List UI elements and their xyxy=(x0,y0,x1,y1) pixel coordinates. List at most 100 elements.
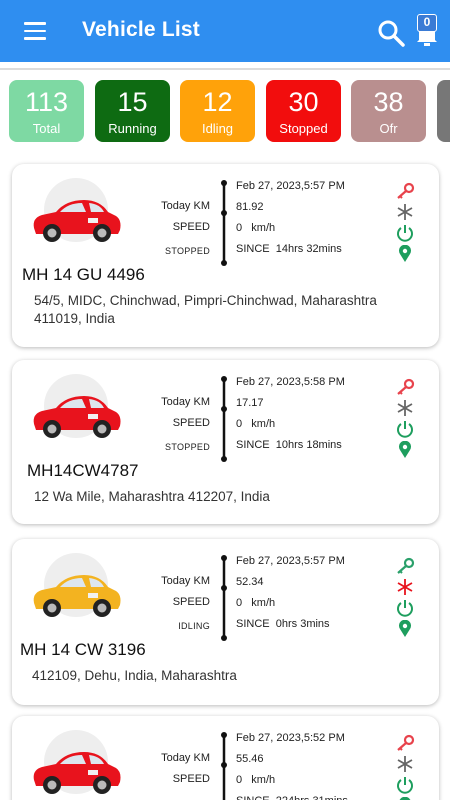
speed-number: 0 xyxy=(236,597,243,609)
since-value: SINCE 10hrs 18mins xyxy=(236,439,345,460)
speed-number: 0 xyxy=(236,222,243,234)
speed-value: 0 km/h xyxy=(236,418,345,439)
vehicle-status-icons xyxy=(395,557,417,641)
speed-unit: km/h xyxy=(251,597,276,609)
vehicle-status-icons xyxy=(395,734,417,800)
stat-count: 30 xyxy=(288,87,319,117)
since-value: SINCE 14hrs 32mins xyxy=(236,243,345,264)
key-icon xyxy=(397,182,415,199)
status-summary: 113 Total 15 Running 12 Idling 30 Stopped 38… xyxy=(0,80,450,144)
stat-count: 113 xyxy=(24,87,69,117)
since-value: SINCE 224hrs 31mins xyxy=(236,795,348,800)
since-duration: 14hrs 32mins xyxy=(275,243,342,255)
since-label: SINCE xyxy=(236,439,270,451)
update-timestamp: Feb 27, 2023,5:58 PM xyxy=(236,376,345,388)
speed-value: 0 km/h xyxy=(236,774,348,795)
gps-pin-icon xyxy=(399,441,411,458)
update-timestamp: Feb 27, 2023,5:57 PM xyxy=(236,180,345,192)
vehicle-number: MH 14 GU 4496 xyxy=(22,265,145,284)
speed-label: SPEED xyxy=(172,221,210,233)
ac-snowflake-icon xyxy=(397,579,413,595)
ac-snowflake-icon xyxy=(397,400,413,416)
ac-snowflake-icon xyxy=(397,204,413,220)
address-line: 411019, India xyxy=(34,311,115,326)
stat-idling[interactable]: 12 Idling xyxy=(180,80,255,142)
update-timestamp: Feb 27, 2023,5:57 PM xyxy=(236,555,345,567)
key-icon xyxy=(397,557,415,574)
vehicle-card[interactable]: Today KM SPEED STOPPED Feb 27, 2023,5:58… xyxy=(12,360,439,524)
speed-unit: km/h xyxy=(251,774,276,786)
page-title: Vehicle List xyxy=(82,18,200,41)
menu-icon[interactable] xyxy=(24,22,48,42)
app-bar: Vehicle List 0 xyxy=(0,0,450,62)
vehicle-address: 412109, Dehu, India, Maharashtra xyxy=(32,667,422,685)
notification-button[interactable]: 0 xyxy=(413,14,441,50)
address-line: 412109, Dehu, India, Maharashtra xyxy=(32,668,237,683)
car-icon xyxy=(33,575,121,617)
stat-more[interactable] xyxy=(437,80,450,142)
power-icon xyxy=(397,225,413,242)
update-timestamp: Feb 27, 2023,5:52 PM xyxy=(236,732,345,744)
stat-label: Stopped xyxy=(279,121,328,136)
speed-number: 0 xyxy=(236,418,243,430)
stat-count: 15 xyxy=(117,87,148,117)
speed-unit: km/h xyxy=(251,418,276,430)
vehicle-image xyxy=(26,730,126,800)
stat-total[interactable]: 113 Total xyxy=(9,80,84,142)
status-label: STOPPED xyxy=(165,246,210,256)
vehicle-image xyxy=(26,374,126,450)
since-label: SINCE xyxy=(236,618,270,630)
stat-ofr[interactable]: 38 Ofr xyxy=(351,80,426,142)
since-label: SINCE xyxy=(236,243,270,255)
speed-value: 0 km/h xyxy=(236,597,345,618)
car-icon xyxy=(33,752,121,794)
header-divider xyxy=(0,68,450,70)
timeline-connector xyxy=(221,180,227,266)
car-icon xyxy=(33,200,121,242)
today-km-value: 55.46 xyxy=(236,753,264,765)
gps-pin-icon xyxy=(399,620,411,637)
timeline-connector xyxy=(221,376,227,462)
vehicle-status-icons xyxy=(395,182,417,266)
power-icon xyxy=(397,421,413,438)
key-icon xyxy=(397,734,415,751)
timeline-connector xyxy=(221,555,227,641)
address-line: 12 Wa Mile, Maharashtra 412207, India xyxy=(34,489,270,504)
stat-running[interactable]: 15 Running xyxy=(95,80,170,142)
status-label: STOPPED xyxy=(165,442,210,452)
vehicle-card[interactable]: Today KM SPEED IDLING Feb 27, 2023,5:57 … xyxy=(12,539,439,705)
stat-count: 38 xyxy=(373,87,404,117)
today-km-label: Today KM xyxy=(161,396,210,408)
vehicle-image xyxy=(26,553,126,629)
status-label: IDLING xyxy=(178,621,210,631)
key-icon xyxy=(397,378,415,395)
today-km-label: Today KM xyxy=(161,575,210,587)
stat-label: Ofr xyxy=(379,121,398,136)
car-icon xyxy=(33,396,121,438)
since-duration: 224hrs 31mins xyxy=(276,795,348,800)
vehicle-status-icons xyxy=(395,378,417,462)
speed-number: 0 xyxy=(236,774,243,786)
stat-label: Total xyxy=(32,121,61,136)
stat-stopped[interactable]: 30 Stopped xyxy=(266,80,341,142)
vehicle-image xyxy=(26,178,126,254)
vehicle-address: 54/5, MIDC, Chinchwad, Pimpri-Chinchwad,… xyxy=(34,292,424,328)
speed-label: SPEED xyxy=(172,596,210,608)
since-label: SINCE xyxy=(236,795,270,800)
gps-pin-icon xyxy=(399,245,411,262)
since-duration: 0hrs 3mins xyxy=(275,618,330,630)
today-km-label: Today KM xyxy=(161,200,210,212)
vehicle-card[interactable]: Today KM SPEED STOPPED Feb 27, 2023,5:57… xyxy=(12,164,439,347)
power-icon xyxy=(397,777,413,794)
power-icon xyxy=(397,600,413,617)
since-duration: 10hrs 18mins xyxy=(275,439,342,451)
since-value: SINCE 0hrs 3mins xyxy=(236,618,345,639)
stat-count: 12 xyxy=(202,87,233,117)
speed-value: 0 km/h xyxy=(236,222,345,243)
vehicle-card[interactable]: Today KM SPEED Feb 27, 2023,5:52 PM 55.4… xyxy=(12,716,439,800)
speed-unit: km/h xyxy=(251,222,276,234)
stat-label: Idling xyxy=(201,121,234,136)
vehicle-number: MH 14 CW 3196 xyxy=(20,640,146,659)
search-icon[interactable] xyxy=(376,18,406,48)
today-km-value: 52.34 xyxy=(236,576,264,588)
